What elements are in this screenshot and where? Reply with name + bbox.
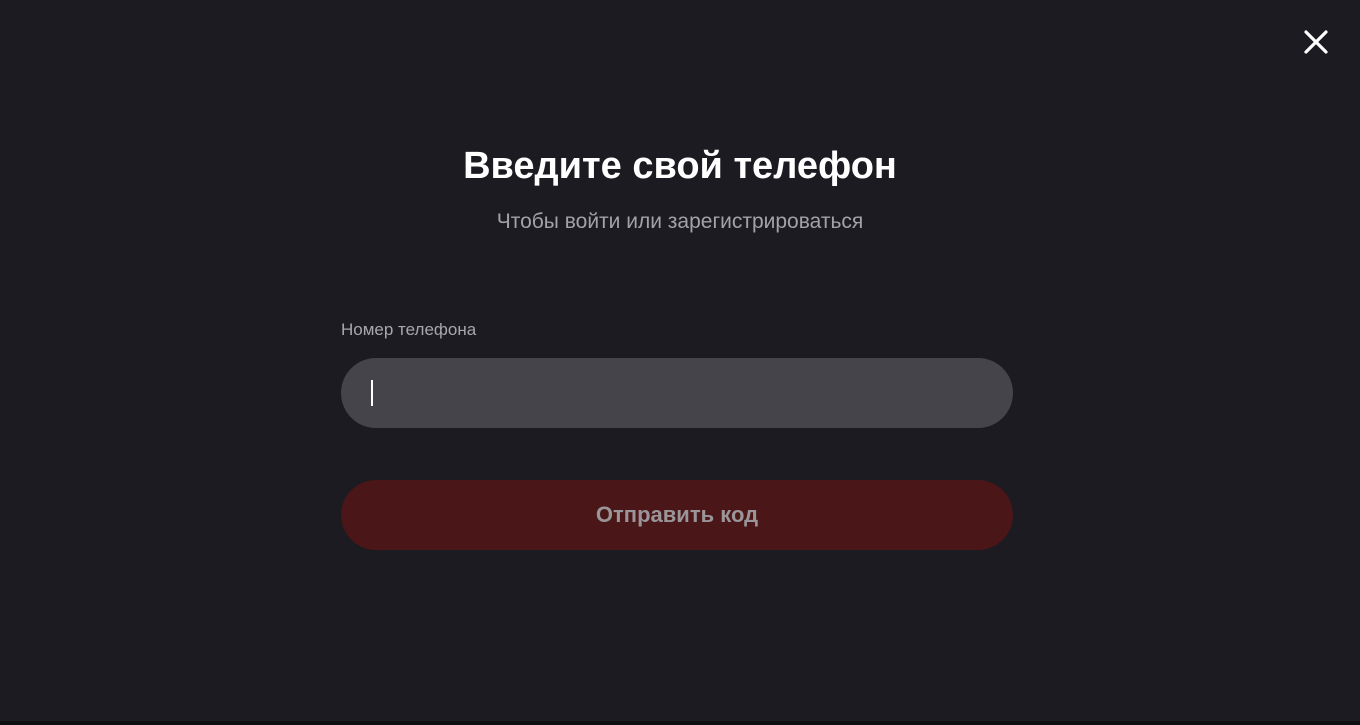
send-code-button[interactable]: Отправить код bbox=[341, 480, 1013, 550]
dialog-title: Введите свой телефон bbox=[463, 145, 897, 187]
phone-field-wrapper bbox=[341, 358, 1013, 428]
dialog-subtitle: Чтобы войти или зарегистрироваться bbox=[496, 210, 864, 233]
login-dialog: Введите свой телефон Чтобы войти или зар… bbox=[0, 0, 1360, 725]
bottom-divider bbox=[0, 721, 1360, 725]
close-icon bbox=[1304, 30, 1328, 54]
phone-form: Номер телефона Отправить код bbox=[341, 318, 1013, 550]
text-caret bbox=[371, 380, 373, 406]
phone-field-label: Номер телефона bbox=[341, 320, 477, 339]
close-button[interactable] bbox=[1300, 26, 1332, 58]
phone-input[interactable] bbox=[341, 358, 1013, 428]
